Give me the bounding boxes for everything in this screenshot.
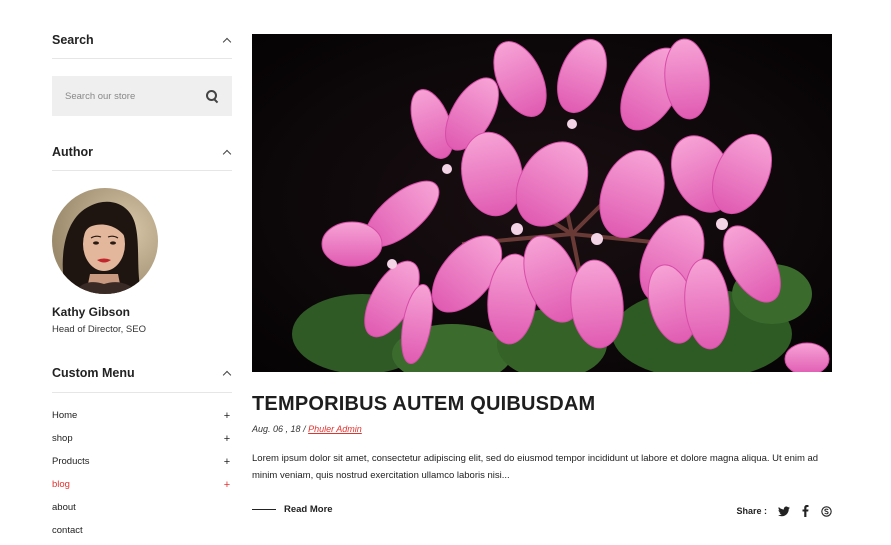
share-label: Share : xyxy=(736,506,767,516)
menu-item-label: blog xyxy=(52,479,70,490)
menu-item-products[interactable]: Products + xyxy=(52,450,232,473)
read-more-line xyxy=(252,509,276,510)
search-icon[interactable] xyxy=(205,89,219,103)
chevron-up-icon[interactable] xyxy=(222,147,232,157)
author-name: Kathy Gibson xyxy=(52,305,131,319)
chevron-up-icon[interactable] xyxy=(222,368,232,378)
menu-item-label: contact xyxy=(52,525,83,536)
menu-item-label: shop xyxy=(52,433,73,444)
author-section-title: Author xyxy=(52,145,93,159)
divider xyxy=(52,392,232,393)
menu-item-about[interactable]: about xyxy=(52,496,232,519)
custom-menu-list: Home + shop + Products + blog + about co… xyxy=(52,404,232,542)
twitter-icon[interactable] xyxy=(778,505,790,517)
search-section-title: Search xyxy=(52,33,94,47)
search-box xyxy=(52,76,232,116)
author-role: Head of Director, SEO xyxy=(52,324,146,335)
plus-icon[interactable]: + xyxy=(222,433,232,445)
author-section-header[interactable]: Author xyxy=(52,143,232,161)
menu-item-home[interactable]: Home + xyxy=(52,404,232,427)
avatar xyxy=(52,188,158,294)
post-featured-image[interactable] xyxy=(252,34,832,372)
divider xyxy=(52,58,232,59)
menu-item-label: Home xyxy=(52,410,78,421)
author-photo xyxy=(52,188,158,294)
plus-icon[interactable]: + xyxy=(222,479,232,491)
chevron-up-icon[interactable] xyxy=(222,35,232,45)
search-input[interactable] xyxy=(65,90,195,102)
divider xyxy=(52,170,232,171)
read-more-link[interactable]: Read More xyxy=(252,504,333,515)
post-meta: Aug. 06 , 18 / Phuler Admin xyxy=(252,424,362,434)
search-section-header[interactable]: Search xyxy=(52,31,232,49)
read-more-label: Read More xyxy=(284,504,333,515)
menu-item-shop[interactable]: shop + xyxy=(52,427,232,450)
post-author-link[interactable]: Phuler Admin xyxy=(308,424,362,434)
menu-item-contact[interactable]: contact xyxy=(52,519,232,542)
post-title[interactable]: TEMPORIBUS AUTEM QUIBUSDAM xyxy=(252,393,595,416)
post-excerpt: Lorem ipsum dolor sit amet, consectetur … xyxy=(252,453,819,481)
custom-menu-section-header[interactable]: Custom Menu xyxy=(52,364,232,382)
plus-icon[interactable]: + xyxy=(222,456,232,468)
custom-menu-section-title: Custom Menu xyxy=(52,366,135,380)
meta-separator: / xyxy=(303,424,306,434)
share-bar: Share : xyxy=(736,505,832,517)
skype-icon[interactable] xyxy=(820,505,832,517)
menu-item-label: about xyxy=(52,502,76,513)
menu-item-label: Products xyxy=(52,456,90,467)
flower-image xyxy=(252,34,832,372)
facebook-icon[interactable] xyxy=(799,505,811,517)
post-date: Aug. 06 , 18 xyxy=(252,424,301,434)
menu-item-blog[interactable]: blog + xyxy=(52,473,232,496)
plus-icon[interactable]: + xyxy=(222,410,232,422)
